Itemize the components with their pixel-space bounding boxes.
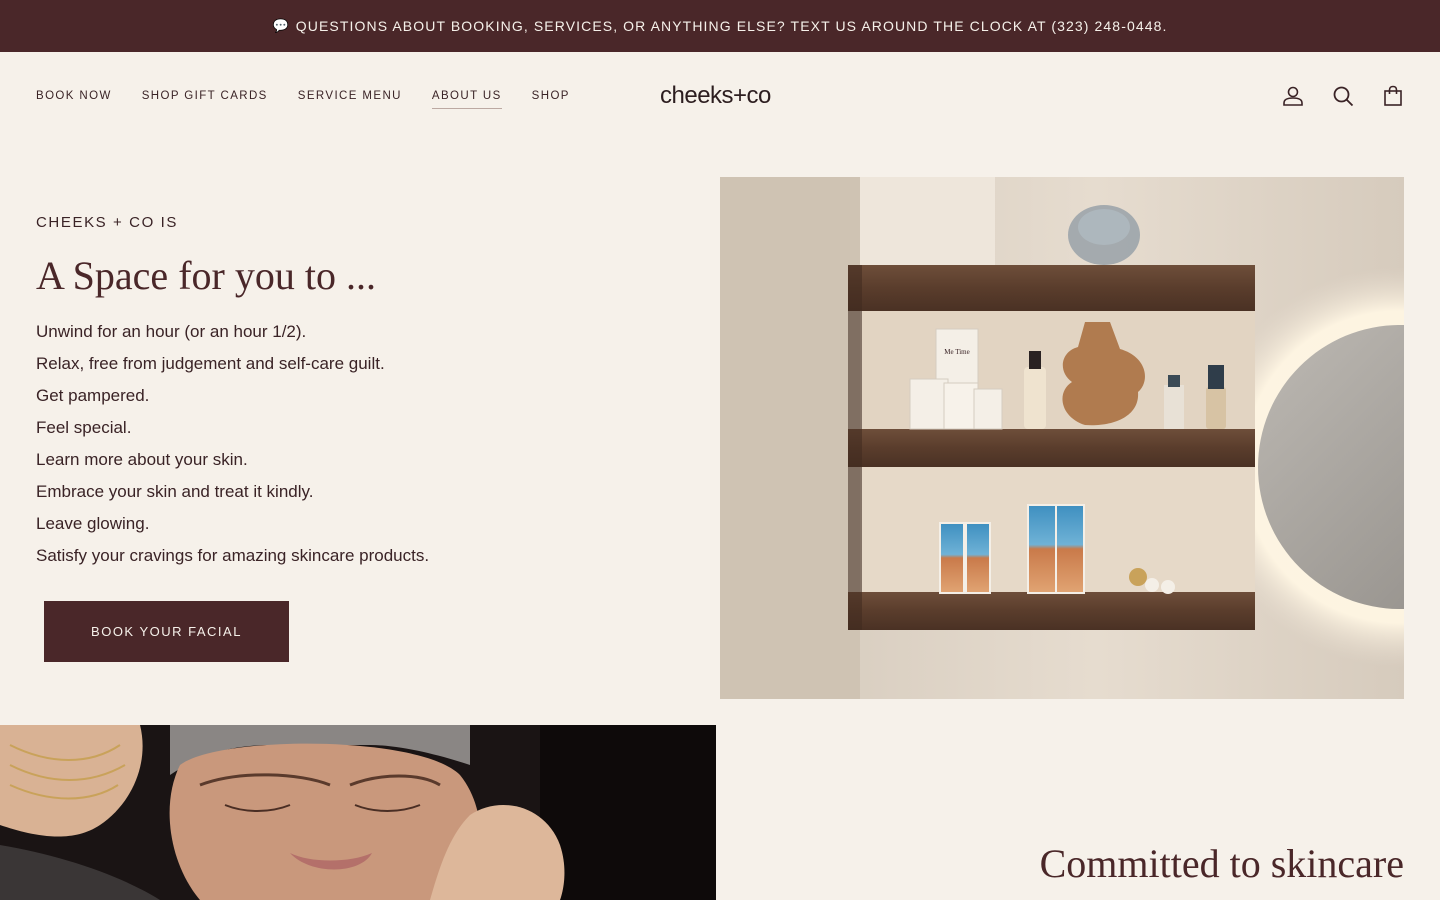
nav-item-shop[interactable]: SHOP [532, 90, 570, 109]
cart-icon[interactable] [1382, 85, 1404, 107]
list-item: Relax, free from judgement and self-care… [36, 354, 385, 373]
list-item: Learn more about your skin. [36, 450, 248, 469]
nav-item-service-menu[interactable]: SERVICE MENU [298, 90, 402, 109]
facial-photo-illustration [0, 725, 716, 900]
list-item: Embrace your skin and treat it kindly. [36, 482, 314, 501]
nav-item-shop-gift-cards[interactable]: SHOP GIFT CARDS [142, 90, 268, 109]
site-logo[interactable]: cheeks+co [660, 81, 782, 111]
site-header: BOOK NOW SHOP GIFT CARDS SERVICE MENU AB… [0, 52, 1440, 140]
main-nav: BOOK NOW SHOP GIFT CARDS SERVICE MENU AB… [36, 52, 570, 140]
list-item: Unwind for an hour (or an hour 1/2). [36, 322, 307, 341]
facial-photo [0, 725, 716, 900]
list-item: Satisfy your cravings for amazing skinca… [36, 546, 430, 565]
list-item: Feel special. [36, 418, 132, 437]
hero-list: Unwind for an hour (or an hour 1/2). Rel… [36, 316, 429, 572]
product-box-label: Me Time [944, 348, 969, 356]
account-icon[interactable] [1282, 85, 1304, 107]
logo-text: cheeks+co [660, 82, 771, 109]
announcement-text: QUESTIONS ABOUT BOOKING, SERVICES, OR AN… [295, 18, 1168, 34]
book-your-facial-button[interactable]: BOOK YOUR FACIAL [44, 601, 289, 662]
section-heading-committed: Committed to skincare [1039, 841, 1404, 886]
shelf-photo: Me Time [720, 177, 1440, 699]
hero-eyebrow: CHEEKS + CO IS [36, 214, 179, 231]
nav-item-about-us[interactable]: ABOUT US [431, 90, 502, 109]
announcement-bar: 💬 QUESTIONS ABOUT BOOKING, SERVICES, OR … [0, 0, 1440, 52]
list-item: Get pampered. [36, 386, 150, 405]
nav-item-book-now[interactable]: BOOK NOW [36, 90, 112, 109]
hero-heading: A Space for you to ... [36, 253, 376, 298]
search-icon[interactable] [1332, 85, 1354, 107]
speech-bubble-icon: 💬 [272, 18, 290, 33]
shelf-photo-illustration: Me Time [720, 177, 1440, 699]
list-item: Leave glowing. [36, 514, 150, 533]
header-icons [1282, 52, 1404, 140]
